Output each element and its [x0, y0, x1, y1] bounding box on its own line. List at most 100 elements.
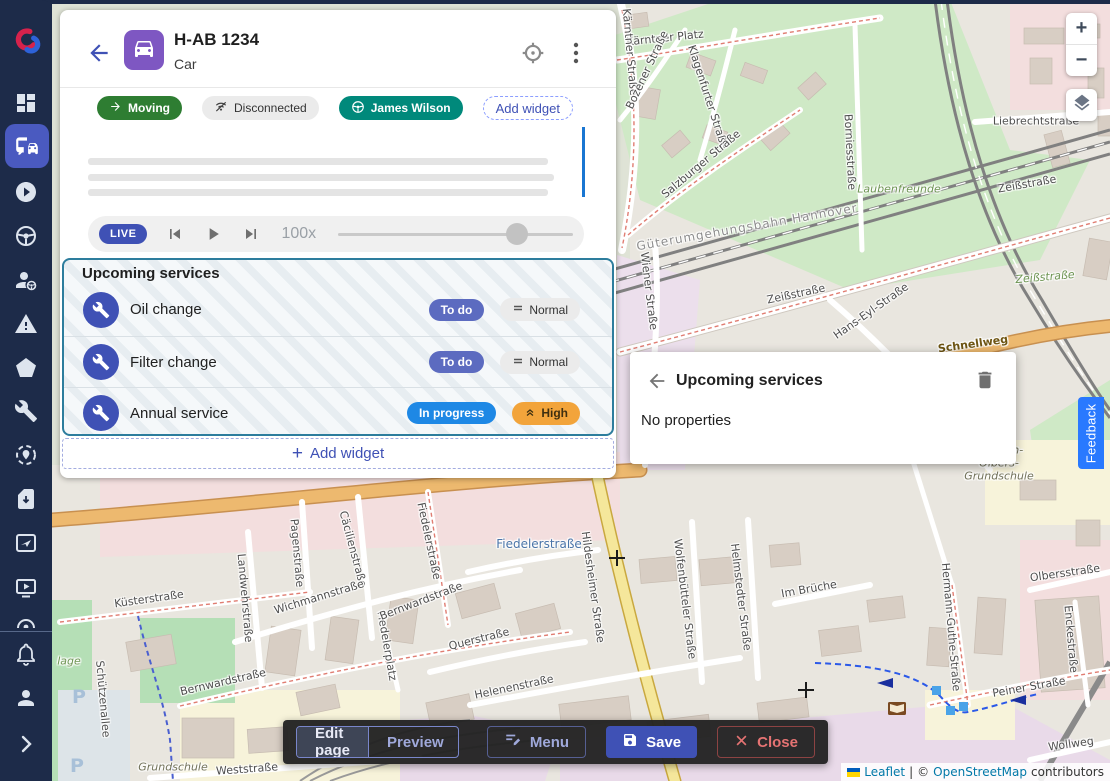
service-row[interactable]: Filter change To do Normal — [64, 336, 612, 387]
map-attribution: Leaflet | © OpenStreetMap contributors — [841, 763, 1110, 781]
app-logo[interactable] — [8, 22, 46, 60]
vehicle-chips: Moving Disconnected James Wilson Add wid… — [97, 93, 573, 123]
feedback-label: Feedback — [1084, 403, 1099, 463]
equals-icon — [512, 302, 524, 317]
back-button[interactable] — [86, 40, 112, 66]
live-button[interactable]: LIVE — [99, 224, 147, 244]
properties-empty-text: No properties — [641, 412, 731, 429]
book-icon — [888, 702, 906, 715]
vehicle-subtitle: Car — [174, 56, 197, 72]
menu-edit-icon — [504, 731, 522, 753]
vehicle-title: H-AB 1234 — [174, 30, 259, 50]
close-button[interactable]: Close — [717, 726, 815, 758]
connection-chip-label: Disconnected — [234, 101, 307, 115]
double-chevron-up-icon — [524, 406, 536, 421]
svg-text:P: P — [70, 755, 84, 777]
street-label: Grundschule — [138, 761, 208, 774]
svg-text:P: P — [72, 686, 86, 708]
play-button[interactable] — [203, 224, 223, 244]
wrench-icon — [83, 344, 119, 380]
playback-speed: 100x — [281, 225, 316, 243]
signal-off-icon — [214, 100, 228, 117]
sidebar-item-places[interactable] — [14, 443, 38, 467]
mode-segmented-control: Edit page Preview — [296, 726, 459, 758]
skeleton-bar — [88, 189, 548, 196]
sidebar-item-maintenance[interactable] — [14, 399, 38, 423]
map-layers-button[interactable] — [1066, 89, 1097, 121]
ukraine-flag-icon — [847, 768, 860, 777]
skip-previous-button[interactable] — [165, 224, 185, 244]
sidebar-item-video[interactable] — [14, 576, 38, 600]
priority-label: High — [541, 406, 568, 420]
upcoming-services-widget[interactable]: Upcoming services Oil change To do Norma… — [62, 258, 614, 436]
connection-chip-disconnected[interactable]: Disconnected — [202, 96, 319, 120]
copyright-symbol: © — [917, 765, 929, 779]
skip-next-button[interactable] — [241, 224, 261, 244]
widget-title: Upcoming services — [82, 265, 220, 282]
attribution-divider: | — [909, 765, 913, 779]
preview-button[interactable]: Preview — [369, 727, 459, 757]
status-chip-label: Moving — [128, 101, 170, 115]
skeleton-bar — [88, 158, 548, 165]
add-widget-chip[interactable]: Add widget — [483, 96, 573, 120]
edit-page-button[interactable]: Edit page — [297, 727, 369, 757]
menu-button-label: Menu — [530, 734, 569, 751]
save-icon — [622, 732, 638, 752]
sidebar-item-alerts[interactable] — [14, 312, 38, 336]
widget-properties-panel: Upcoming services No properties — [630, 352, 1016, 464]
status-badge: To do — [429, 299, 485, 321]
sidebar-item-drivers[interactable] — [14, 269, 38, 293]
sidebar-item-signal[interactable] — [14, 614, 38, 628]
leaflet-link[interactable]: Leaflet — [864, 765, 905, 779]
slider-thumb[interactable] — [506, 223, 528, 245]
service-row[interactable]: Annual service In progress High — [64, 387, 612, 436]
driver-chip[interactable]: James Wilson — [339, 96, 463, 120]
playback-slider[interactable] — [338, 224, 573, 244]
priority-badge: High — [512, 402, 580, 425]
status-chip-moving[interactable]: Moving — [97, 96, 182, 120]
wrench-icon — [83, 395, 119, 431]
priority-label: Normal — [529, 355, 568, 369]
sidebar-expand-button[interactable] — [14, 732, 38, 756]
skeleton-bar — [88, 174, 554, 181]
sidebar — [0, 0, 52, 781]
add-widget-button[interactable]: + Add widget — [62, 438, 614, 469]
priority-badge: Normal — [500, 351, 580, 374]
vehicle-avatar — [124, 30, 164, 70]
sidebar-item-geofences[interactable] — [14, 356, 38, 380]
sidebar-item-fleet[interactable] — [5, 124, 49, 168]
map-zoom-control: + − — [1066, 13, 1097, 76]
save-button-label: Save — [646, 734, 681, 751]
service-row[interactable]: Oil change To do Normal — [64, 284, 612, 335]
save-button[interactable]: Save — [606, 726, 697, 758]
sidebar-item-driving[interactable] — [14, 224, 38, 248]
car-icon — [132, 36, 156, 65]
sidebar-item-dispatch[interactable] — [14, 531, 38, 555]
sidebar-item-dashboard[interactable] — [14, 91, 38, 115]
street-label: lage — [57, 655, 81, 668]
close-icon — [734, 733, 749, 752]
vehicle-panel: H-AB 1234 Car Moving Disconnected — [60, 10, 616, 478]
service-name: Oil change — [130, 301, 429, 318]
equals-icon — [512, 355, 524, 370]
zoom-out-button[interactable]: − — [1066, 45, 1097, 76]
osm-link[interactable]: OpenStreetMap — [933, 765, 1027, 779]
delete-widget-button[interactable] — [974, 369, 996, 391]
add-widget-label: Add widget — [310, 445, 384, 462]
properties-back-button[interactable] — [646, 370, 668, 392]
more-menu-button[interactable] — [565, 40, 587, 66]
locate-button[interactable] — [520, 40, 546, 66]
sidebar-item-notifications[interactable] — [14, 642, 38, 666]
status-badge: In progress — [407, 402, 496, 424]
sidebar-item-playback[interactable] — [14, 180, 38, 204]
service-name: Annual service — [130, 405, 407, 422]
arrow-right-icon — [109, 100, 122, 116]
playback-bar: LIVE 100x — [88, 216, 584, 252]
sidebar-item-sim-cards[interactable] — [14, 487, 38, 511]
panel-scrollbar[interactable] — [582, 127, 585, 197]
feedback-tab[interactable]: Feedback — [1078, 397, 1104, 469]
zoom-in-button[interactable]: + — [1066, 13, 1097, 44]
service-name: Filter change — [130, 354, 429, 371]
menu-button[interactable]: Menu — [487, 726, 586, 758]
sidebar-item-account[interactable] — [14, 686, 38, 710]
